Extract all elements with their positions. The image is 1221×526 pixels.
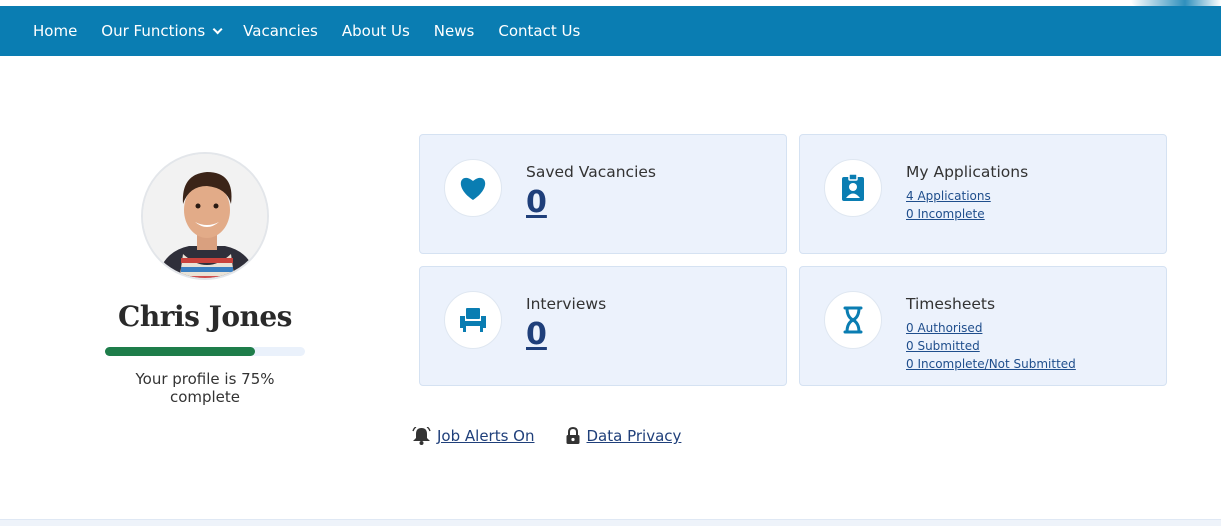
nav-our-functions-label: Our Functions: [101, 22, 206, 40]
nav-news[interactable]: News: [434, 22, 475, 40]
job-alerts-link[interactable]: Job Alerts On: [412, 427, 535, 445]
icon-circle: [824, 291, 882, 349]
icon-circle: [824, 159, 882, 217]
lock-icon: [566, 427, 579, 444]
applications-links: 4 Applications 0 Incomplete: [906, 187, 991, 223]
data-privacy-label: Data Privacy: [586, 427, 682, 445]
card-my-applications: My Applications 4 Applications 0 Incompl…: [799, 134, 1167, 254]
nav-our-functions[interactable]: Our Functions: [101, 22, 223, 40]
card-title: Timesheets: [906, 295, 996, 313]
nav-vacancies[interactable]: Vacancies: [243, 22, 318, 40]
chevron-down-icon: [212, 23, 223, 34]
nav-contact-us[interactable]: Contact Us: [498, 22, 580, 40]
profile-progress-bar: [105, 347, 305, 356]
profile-panel: Chris Jones Your profile is 75% complete: [104, 152, 306, 406]
card-saved-vacancies[interactable]: Saved Vacancies 0: [419, 134, 787, 254]
progress-fill: [105, 347, 255, 356]
avatar-photo: [143, 154, 267, 278]
bell-icon: [412, 427, 431, 445]
icon-circle: [444, 159, 502, 217]
card-title: Interviews: [526, 295, 607, 313]
bottom-links: Job Alerts On Data Privacy: [412, 427, 711, 445]
data-privacy-link[interactable]: Data Privacy: [565, 427, 682, 445]
interviews-count-link[interactable]: 0: [526, 317, 547, 352]
incomplete-applications-link[interactable]: 0 Incomplete: [906, 205, 991, 223]
nav-about-us[interactable]: About Us: [342, 22, 410, 40]
timesheets-links: 0 Authorised 0 Submitted 0 Incomplete/No…: [906, 319, 1076, 373]
submitted-timesheets-link[interactable]: 0 Submitted: [906, 337, 1076, 355]
icon-circle: [444, 291, 502, 349]
footer-divider: [0, 519, 1221, 526]
card-timesheets: Timesheets 0 Authorised 0 Submitted 0 In…: [799, 266, 1167, 386]
card-title: My Applications: [906, 163, 1029, 181]
job-alerts-label: Job Alerts On: [437, 427, 535, 445]
applications-link[interactable]: 4 Applications: [906, 187, 991, 205]
profile-progress-text: Your profile is 75% complete: [135, 370, 275, 406]
chair-icon: [460, 308, 486, 332]
nav-home[interactable]: Home: [33, 22, 77, 40]
incomplete-timesheets-link[interactable]: 0 Incomplete/Not Submitted: [906, 355, 1076, 373]
id-badge-icon: [842, 174, 864, 201]
hourglass-icon: [843, 306, 863, 334]
profile-name: Chris Jones: [118, 300, 292, 333]
heart-icon: [460, 177, 486, 200]
card-interviews[interactable]: Interviews 0: [419, 266, 787, 386]
card-title: Saved Vacancies: [526, 163, 656, 181]
avatar[interactable]: [141, 152, 269, 280]
authorised-timesheets-link[interactable]: 0 Authorised: [906, 319, 1076, 337]
saved-vacancies-count-link[interactable]: 0: [526, 185, 547, 220]
main-nav: Home Our Functions Vacancies About Us Ne…: [0, 6, 1221, 56]
